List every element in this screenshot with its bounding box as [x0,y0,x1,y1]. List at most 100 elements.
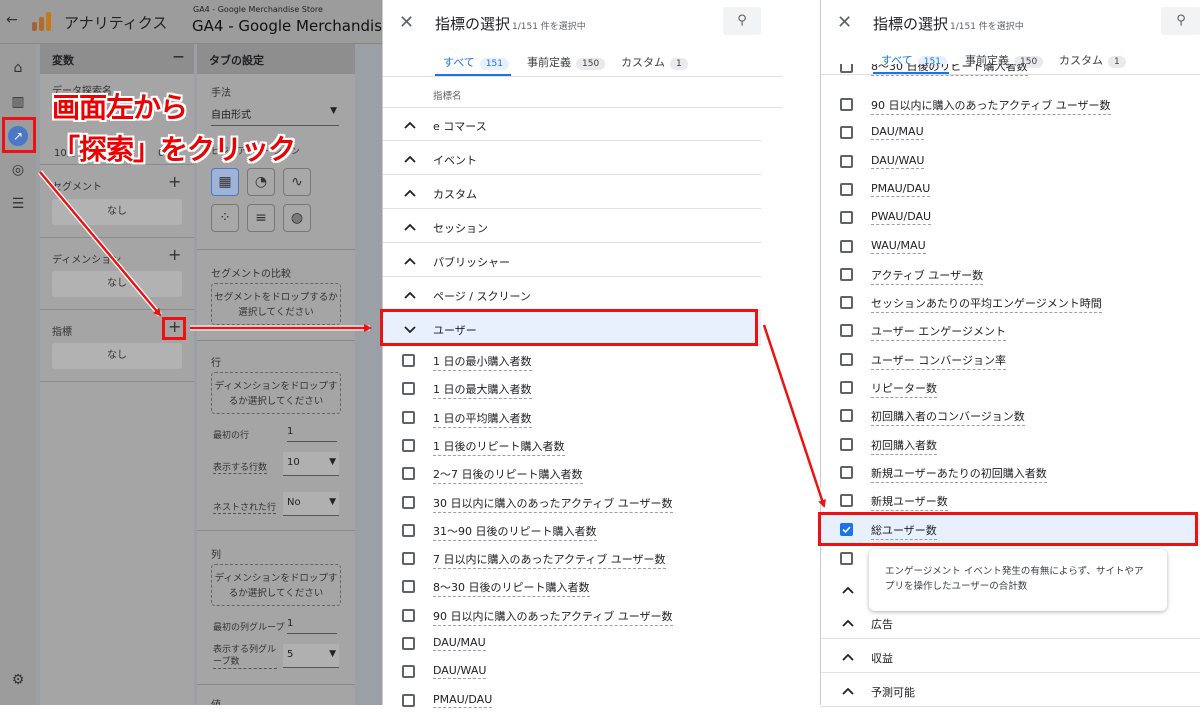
first-row-input[interactable]: 1 [287,426,337,442]
metric-list-item[interactable]: DAU/WAU [821,147,1200,175]
checkbox[interactable] [402,382,415,396]
metric-list-item[interactable]: WAU/MAU [821,232,1200,260]
checkbox[interactable] [840,324,853,338]
scatter-plot-icon[interactable]: ⁘ [211,204,239,232]
checkbox[interactable] [402,467,415,481]
checkbox[interactable] [402,495,415,509]
bar-chart-icon[interactable]: ≡ [247,204,275,232]
checkbox[interactable] [840,98,853,111]
metric-list-item[interactable]: PWAU/DAU [821,203,1200,231]
metric-list-item[interactable]: 初回購入者のコンバージョン数 [821,401,1200,429]
checkbox[interactable] [840,239,853,253]
metric-list-item[interactable]: 30 日以内に購入のあったアクティブ ユーザー数 [383,488,782,516]
add-segment-plus-icon[interactable]: + [168,172,181,191]
checkbox[interactable] [402,410,415,424]
checkbox[interactable] [840,437,853,451]
metric-list-item[interactable]: 8〜30 日後のリピート購入者数 [383,572,782,600]
metric-list-item[interactable]: DAU/MAU [383,629,782,657]
reports-icon[interactable]: ▥ [8,92,28,112]
settings-icon[interactable]: ⚙ [8,670,28,690]
nested-rows-select[interactable]: No ▼ [283,492,339,516]
checkbox[interactable] [402,354,415,367]
checkbox[interactable] [840,494,853,508]
account-path[interactable]: GA4 - Google Merchandise Store [193,5,323,14]
metric-list-item[interactable]: 1 日の最大購入者数 [383,374,782,402]
metric-list-item[interactable]: 1 日後のリピート購入者数 [383,431,782,459]
show-rows-select[interactable]: 10 ▼ [283,452,339,476]
dimension-value[interactable]: なし [52,271,182,297]
category-row[interactable] [821,573,1200,606]
search-icon[interactable]: ⚲ [1161,7,1200,35]
checkbox[interactable] [840,465,853,479]
category-row[interactable]: カスタム [383,176,761,209]
tab-all[interactable]: すべて 151 [443,54,509,70]
home-icon[interactable]: ⌂ [8,58,28,78]
category-row[interactable]: 広告 [821,606,1200,639]
checkbox[interactable] [402,523,415,537]
category-row[interactable]: パブリッシャー [383,244,761,277]
search-icon[interactable]: ⚲ [723,7,761,35]
metric-list-item[interactable]: DAU/MAU [821,118,1200,146]
segment-drop-zone[interactable]: セグメントをドロップするか選択してください [211,283,341,325]
metric-list-item[interactable]: 90 日以内に購入のあったアクティブ ユーザー数 [383,601,782,629]
checkbox[interactable] [840,381,853,394]
metric-list-item[interactable]: アクティブ ユーザー数 [821,260,1200,288]
checkbox[interactable] [840,409,853,423]
checkbox[interactable] [402,665,415,679]
library-icon[interactable]: ☰ [8,194,28,214]
checkbox[interactable] [840,352,853,366]
category-row[interactable]: イベント [383,142,761,175]
category-row[interactable]: e コマース [383,108,761,141]
metric-list-item[interactable]: PMAU/DAU [821,175,1200,203]
checkbox[interactable] [402,608,415,622]
checkbox[interactable] [840,296,853,310]
geo-map-icon[interactable]: ◍ [283,204,311,232]
property-title[interactable]: GA4 - Google Merchandise [192,17,382,35]
metric-list-item[interactable]: 90 日以内に購入のあったアクティブ ユーザー数 [821,90,1200,118]
tab-custom[interactable]: カスタム 1 [621,54,688,70]
metric-list-item[interactable]: リピーター数 [821,373,1200,401]
checkbox[interactable] [402,438,415,452]
checkbox[interactable] [402,580,415,594]
donut-chart-icon[interactable]: ◔ [247,168,275,196]
metric-list-item[interactable]: 新規ユーザー数 [821,486,1200,514]
category-row[interactable]: 予測可能 [821,674,1200,707]
tab-predefined[interactable]: 事前定義 150 [527,54,606,70]
checkbox[interactable] [840,126,853,140]
metric-value[interactable]: なし [52,343,182,369]
arrow-back-icon[interactable]: ← [6,12,18,28]
collapse-icon[interactable]: — [173,50,184,63]
metric-list-item[interactable]: DAU/WAU [383,657,782,685]
metric-list-item[interactable]: 7 日以内に購入のあったアクティブ ユーザー数 [383,544,782,572]
method-select[interactable]: 自由形式 ▼ [211,106,339,126]
list-item-partial[interactable]: 8〜30 日後のリピート購入者数 [821,64,1200,80]
checkbox[interactable] [840,182,853,196]
checkbox[interactable] [840,154,853,168]
metric-list-item[interactable]: 新規ユーザーあたりの初回購入者数 [821,458,1200,486]
table-visualization-icon[interactable]: ▦ [211,168,239,196]
category-row[interactable]: セッション [383,210,761,243]
add-dimension-plus-icon[interactable]: + [168,245,181,264]
checkbox[interactable] [840,552,853,565]
checkbox[interactable] [840,64,853,73]
segment-value[interactable]: なし [52,199,182,225]
metric-list-item[interactable]: ユーザー コンバージョン率 [821,345,1200,373]
metric-list-item[interactable]: 1 日の平均購入者数 [383,403,782,431]
show-col-groups-select[interactable]: 5 ▼ [283,644,339,668]
metric-list-item[interactable]: 2〜7 日後のリピート購入者数 [383,459,782,487]
metric-list-item[interactable]: セッションあたりの平均エンゲージメント時間 [821,288,1200,316]
category-row[interactable]: ページ / スクリーン [383,278,761,311]
line-chart-icon[interactable]: ∿ [283,168,311,196]
close-icon[interactable]: ✕ [837,12,852,33]
checkbox[interactable] [840,267,853,281]
checkbox[interactable] [840,211,853,225]
close-icon[interactable]: ✕ [399,12,414,33]
columns-drop-zone[interactable]: ディメンションをドロップするか選択してください [211,564,341,606]
checkbox[interactable] [402,637,415,650]
checkbox[interactable] [402,552,415,566]
advertising-icon[interactable]: ◎ [8,160,28,180]
metric-list-item[interactable]: ユーザー エンゲージメント [821,316,1200,344]
metric-list-item[interactable]: 31〜90 日後のリピート購入者数 [383,516,782,544]
category-row[interactable]: 収益 [821,640,1200,673]
metric-list-item[interactable]: PMAU/DAU [383,686,782,714]
